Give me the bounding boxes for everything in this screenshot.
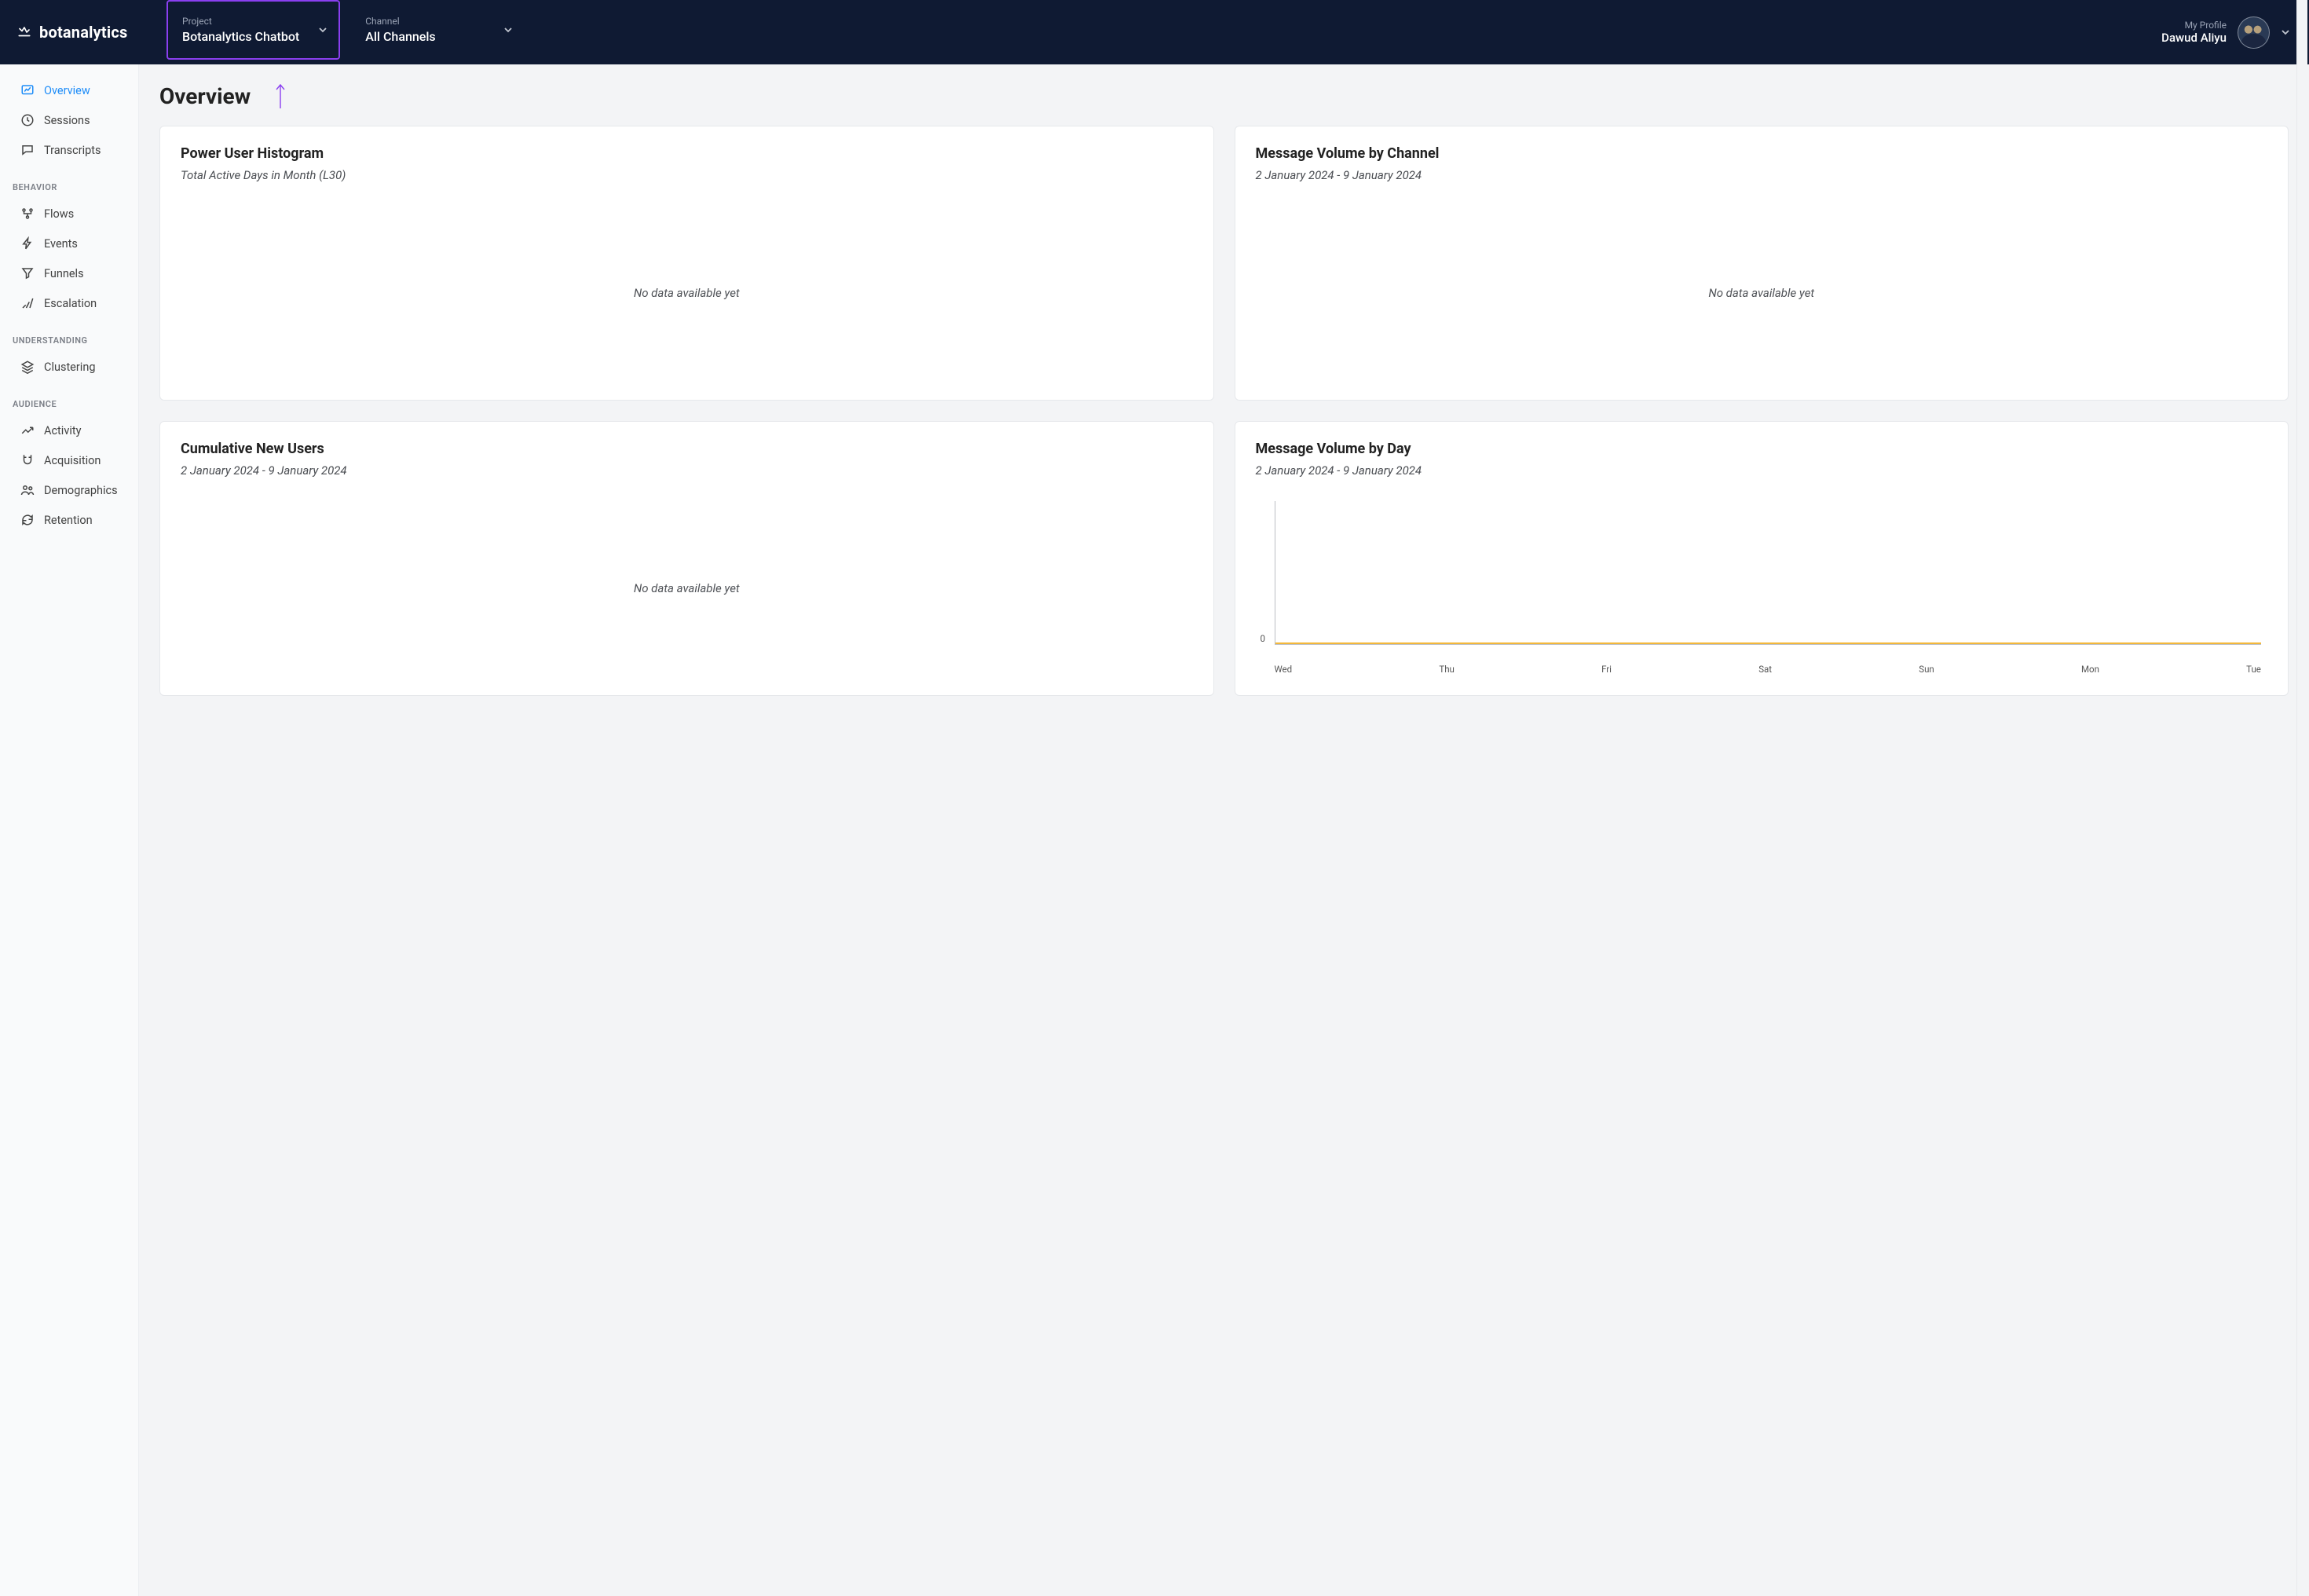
flow-icon: [20, 207, 35, 221]
escalation-icon: [20, 296, 35, 310]
sidebar-item-label: Events: [44, 237, 78, 251]
sidebar-item-clustering[interactable]: Clustering: [0, 352, 138, 382]
sidebar-item-demographics[interactable]: Demographics: [0, 475, 138, 505]
funnel-icon: [20, 266, 35, 280]
sidebar-item-sessions[interactable]: Sessions: [0, 105, 138, 135]
magnet-icon: [20, 453, 35, 467]
arrow-up-icon: [274, 82, 287, 110]
layers-icon: [20, 360, 35, 374]
chart-plot-area: [1275, 501, 2262, 645]
card-title: Cumulative New Users: [181, 441, 1193, 457]
card-subtitle: 2 January 2024 - 9 January 2024: [181, 463, 1193, 478]
sidebar-item-overview[interactable]: Overview: [0, 75, 138, 105]
profile-label: My Profile: [2161, 20, 2227, 31]
clock-icon: [20, 113, 35, 127]
sidebar-item-label: Acquisition: [44, 454, 101, 467]
card-subtitle: 2 January 2024 - 9 January 2024: [1256, 168, 2268, 182]
sidebar-item-label: Overview: [44, 84, 90, 97]
sidebar-item-label: Retention: [44, 514, 93, 527]
sidebar-item-label: Transcripts: [44, 144, 101, 157]
card-subtitle: Total Active Days in Month (L30): [181, 168, 1193, 182]
project-selector[interactable]: Project Botanalytics Chatbot: [166, 0, 340, 60]
users-icon: [20, 483, 35, 497]
sidebar-item-flows[interactable]: Flows: [0, 199, 138, 229]
card-cumulative-new-users: Cumulative New Users 2 January 2024 - 9 …: [159, 421, 1214, 696]
card-message-volume-day: Message Volume by Day 2 January 2024 - 9…: [1235, 421, 2289, 696]
project-selector-label: Project: [182, 16, 299, 27]
card-message-volume-channel: Message Volume by Channel 2 January 2024…: [1235, 126, 2289, 401]
channel-selector-label: Channel: [365, 16, 485, 27]
top-selectors: Project Botanalytics Chatbot Channel All…: [166, 0, 524, 64]
sidebar-item-retention[interactable]: Retention: [0, 505, 138, 535]
card-title: Message Volume by Day: [1256, 441, 2268, 457]
chat-icon: [20, 143, 35, 157]
sidebar-item-label: Sessions: [44, 114, 90, 127]
chevron-down-icon: [318, 25, 328, 35]
x-tick-label: Fri: [1601, 664, 1612, 675]
trend-icon: [20, 423, 35, 437]
sidebar-item-escalation[interactable]: Escalation: [0, 288, 138, 318]
sidebar-item-label: Flows: [44, 207, 74, 221]
x-tick-label: Sat: [1758, 664, 1772, 675]
empty-state: No data available yet: [1256, 190, 2268, 379]
chart-x-axis: Wed Thu Fri Sat Sun Mon Tue: [1275, 664, 2262, 675]
sidebar-item-label: Escalation: [44, 297, 97, 310]
page-title: Overview: [159, 82, 2289, 110]
chart-series-line: [1275, 642, 2262, 644]
page-title-text: Overview: [159, 83, 251, 109]
chevron-down-icon: [2281, 27, 2290, 37]
refresh-icon: [20, 513, 35, 527]
card-subtitle: 2 January 2024 - 9 January 2024: [1256, 463, 2268, 478]
sidebar-item-label: Demographics: [44, 484, 118, 497]
sidebar-group-audience: AUDIENCE: [0, 382, 138, 415]
sidebar-item-transcripts[interactable]: Transcripts: [0, 135, 138, 165]
card-title: Message Volume by Channel: [1256, 145, 2268, 162]
sidebar-group-understanding: UNDERSTANDING: [0, 318, 138, 352]
card-title: Power User Histogram: [181, 145, 1193, 162]
brand-logo[interactable]: botanalytics: [17, 23, 143, 42]
sidebar-item-label: Activity: [44, 424, 81, 437]
empty-state: No data available yet: [181, 190, 1193, 379]
dashboard-icon: [20, 83, 35, 97]
sidebar-item-acquisition[interactable]: Acquisition: [0, 445, 138, 475]
sidebar: Overview Sessions Transcripts BEHAVIOR F…: [0, 64, 139, 1596]
x-tick-label: Thu: [1439, 664, 1455, 675]
sidebar-item-funnels[interactable]: Funnels: [0, 258, 138, 288]
x-tick-label: Sun: [1919, 664, 1934, 675]
x-tick-label: Tue: [2246, 664, 2261, 675]
channel-selector-value: All Channels: [365, 29, 485, 44]
profile-menu[interactable]: My Profile Dawud Aliyu: [2161, 16, 2295, 49]
scrollbar[interactable]: [2296, 0, 2307, 1596]
card-power-user-histogram: Power User Histogram Total Active Days i…: [159, 126, 1214, 401]
x-tick-label: Mon: [2081, 664, 2099, 675]
bolt-icon: [20, 236, 35, 251]
chevron-down-icon: [503, 25, 513, 35]
chart: 0 Wed Thu Fri Sat Sun Mon Tue: [1256, 485, 2268, 675]
profile-name: Dawud Aliyu: [2161, 31, 2227, 45]
avatar: [2238, 16, 2270, 49]
brand-icon: [17, 25, 31, 39]
sidebar-item-events[interactable]: Events: [0, 229, 138, 258]
empty-state: No data available yet: [181, 485, 1193, 675]
main-content: Overview Power User Histogram Total Acti…: [139, 64, 2309, 1596]
sidebar-item-activity[interactable]: Activity: [0, 415, 138, 445]
project-selector-value: Botanalytics Chatbot: [182, 29, 299, 44]
x-tick-label: Wed: [1275, 664, 1293, 675]
top-bar: botanalytics Project Botanalytics Chatbo…: [0, 0, 2309, 64]
y-tick-label: 0: [1261, 633, 1265, 644]
sidebar-item-label: Clustering: [44, 361, 95, 374]
sidebar-group-behavior: BEHAVIOR: [0, 165, 138, 199]
brand-name: botanalytics: [39, 23, 127, 42]
channel-selector[interactable]: Channel All Channels: [351, 0, 524, 60]
sidebar-item-label: Funnels: [44, 267, 84, 280]
